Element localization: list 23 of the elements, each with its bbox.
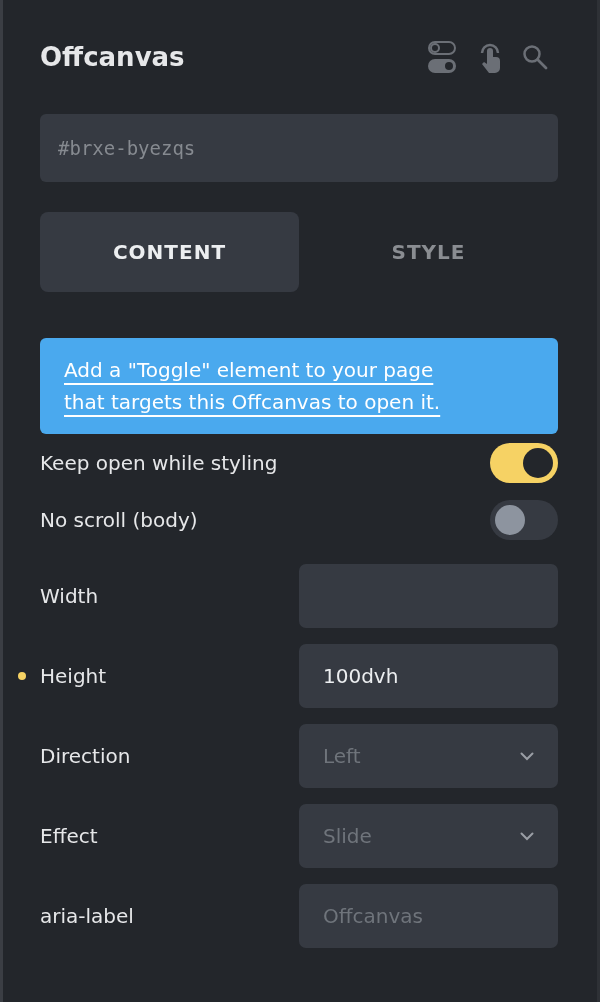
element-id-field[interactable]: #brxe-byezqs (40, 114, 558, 182)
input-field[interactable]: 100dvh (299, 644, 558, 708)
setting-label: Width (40, 584, 100, 608)
setting-label: Effect (40, 824, 99, 848)
select-dropdown[interactable]: Left (299, 724, 558, 788)
chevron-down-icon (520, 751, 534, 761)
toggles-icon[interactable] (428, 41, 458, 73)
panel-tab[interactable]: CONTENT (40, 212, 299, 292)
setting-label: Direction (40, 744, 132, 768)
toggle-label: No scroll (body) (40, 507, 198, 532)
toggle-switch[interactable] (490, 499, 558, 540)
panel-title: Offcanvas (40, 42, 186, 72)
search-icon[interactable] (522, 44, 548, 70)
panel-tab[interactable]: STYLE (299, 212, 558, 292)
setting-label: Height (40, 664, 108, 688)
notice-link[interactable]: Add a "Toggle" element to your page that targets this Offcanvas to open it. (64, 354, 469, 418)
chevron-down-icon (520, 831, 534, 841)
input-field[interactable]: Offcanvas (299, 884, 558, 948)
toggle-switch[interactable] (490, 442, 558, 483)
setting-label: aria-label (40, 904, 135, 928)
toggle-label: Keep open while styling (40, 450, 278, 475)
pointer-hand-icon[interactable] (478, 41, 502, 73)
select-dropdown[interactable]: Slide (299, 804, 558, 868)
